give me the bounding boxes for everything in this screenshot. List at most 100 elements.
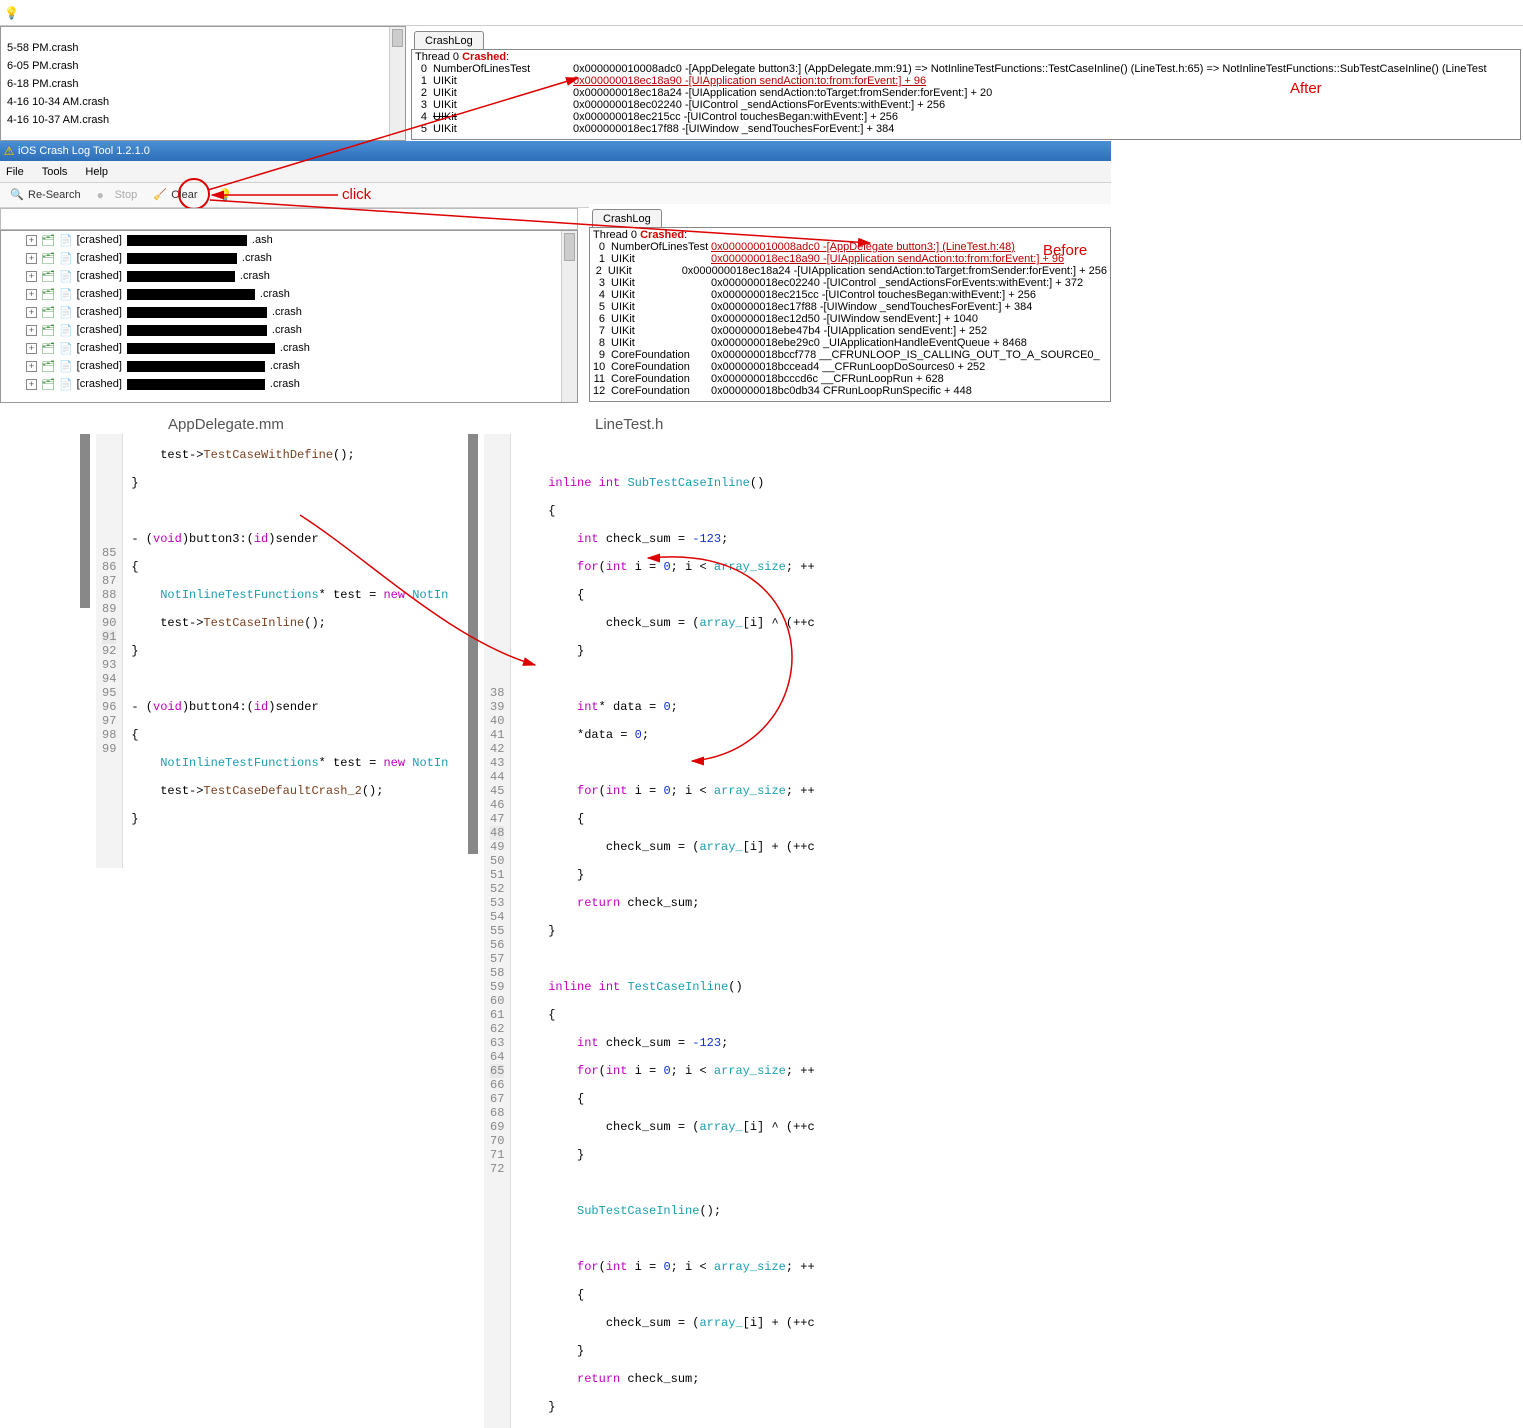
redacted-text [127,325,267,336]
scrollbar-thumb[interactable] [392,29,403,47]
symbolicate-button[interactable] [214,186,236,204]
log-row: 4UIKit0x000000018ec215cc -[UIControl tou… [593,289,1107,301]
expand-icon[interactable] [26,253,37,264]
log-row: 11CoreFoundation0x000000018bcccd6c __CFR… [593,373,1107,385]
expand-icon[interactable] [26,379,37,390]
log-row: 2UIKit0x000000018ec18a24 -[UIApplication… [415,87,1517,99]
log-row: 0NumberOfLinesTest0x000000010008adc0 -[A… [593,241,1107,253]
clear-button[interactable]: Clear [149,186,201,204]
log-row: 2UIKit0x000000018ec18a24 -[UIApplication… [593,265,1107,277]
file-icon [59,234,73,247]
file-icon [59,270,73,283]
tree-row[interactable]: [crashed].crash [1,357,577,375]
log-row: 8UIKit0x000000018ebe29c0 _UIApplicationH… [593,337,1107,349]
list-item[interactable]: 6-05 PM.crash [1,57,405,75]
redacted-text [127,289,255,300]
tab-crashlog[interactable]: CrashLog [592,209,662,227]
expand-icon[interactable] [26,289,37,300]
folder-icon [41,360,55,373]
list-scroll: 5-58 PM.crash 6-05 PM.crash 6-18 PM.cras… [1,27,405,129]
list-item[interactable]: 4-16 10-34 AM.crash [1,93,405,111]
code-panel-right[interactable]: 3839404142434445464748495051525354555657… [484,434,884,1428]
tab-crashlog[interactable]: CrashLog [414,31,484,49]
log-row: 3UIKit0x000000018ec02240 -[UIControl _se… [593,277,1107,289]
tree-row[interactable]: [crashed].crash [1,303,577,321]
list-item[interactable]: 5-58 PM.crash [1,39,405,57]
scrollbar[interactable] [561,231,577,402]
log-row: 5UIKit0x000000018ec17f88 -[UIWindow _sen… [415,123,1517,135]
tree-row[interactable]: [crashed].crash [1,285,577,303]
menu-help[interactable]: Help [85,166,108,178]
folder-icon [41,342,55,355]
menu-tools[interactable]: Tools [42,166,68,178]
folder-icon [41,252,55,265]
folder-icon [41,324,55,337]
menu-file[interactable]: File [6,166,24,178]
file-icon [59,252,73,265]
folder-icon [41,288,55,301]
lightbulb-icon[interactable] [4,6,18,20]
tab-strip: CrashLog [411,26,1521,50]
code-body: test->TestCaseWithDefine(); } - (void)bu… [123,434,448,868]
folder-icon [41,378,55,391]
redacted-text [127,307,267,318]
expand-icon[interactable] [26,325,37,336]
tab-strip: CrashLog [589,204,1111,228]
list-item[interactable]: 4-16 10-37 AM.crash [1,111,405,129]
scrollbar-thumb[interactable] [564,233,575,261]
file-icon [59,342,73,355]
tree-row[interactable]: [crashed].crash [1,249,577,267]
window-titlebar[interactable]: iOS Crash Log Tool 1.2.1.0 [0,141,1111,161]
redacted-text [127,379,265,390]
search-icon [10,188,24,202]
search-input[interactable] [0,208,578,230]
redacted-text [127,361,265,372]
stop-button[interactable]: Stop [93,186,142,204]
code-gutter: 858687888990919293949596979899 [96,434,123,868]
research-button[interactable]: Re-Search [6,186,85,204]
scrollbar[interactable] [389,27,405,140]
log-row: 3UIKit0x000000018ec02240 -[UIControl _se… [415,99,1517,111]
crashed-word: Crashed [640,229,684,241]
expand-icon[interactable] [26,307,37,318]
crash-tree[interactable]: [crashed].ash [crashed].crash [crashed].… [0,230,578,403]
folder-icon [41,270,55,283]
tree-row[interactable]: [crashed].ash [1,231,577,249]
thread-label: Thread 0 [415,51,462,63]
redacted-text [127,343,275,354]
file-icon [59,288,73,301]
tree-row[interactable]: [crashed].crash [1,321,577,339]
stop-icon [97,188,111,202]
log-row: 4UIKit0x000000018ec215cc -[UIControl tou… [415,111,1517,123]
log-row: 12CoreFoundation0x000000018bc0db34 CFRun… [593,385,1107,397]
expand-icon[interactable] [26,343,37,354]
redacted-text [127,235,247,246]
expand-icon[interactable] [26,271,37,282]
expand-icon[interactable] [26,361,37,372]
warning-icon [0,144,18,158]
window-title: iOS Crash Log Tool 1.2.1.0 [18,145,150,157]
redacted-text [127,253,237,264]
crashlog-body[interactable]: Thread 0 Crashed: 0NumberOfLinesTest0x00… [589,228,1111,402]
log-row: 10CoreFoundation0x000000018bccead4 __CFR… [593,361,1107,373]
folder-icon [41,234,55,247]
redacted-text [127,271,235,282]
tree-row[interactable]: [crashed].crash [1,339,577,357]
code-file-title-right: LineTest.h [595,416,663,433]
tree-row[interactable]: [crashed].crash [1,267,577,285]
expand-icon[interactable] [26,235,37,246]
list-item[interactable]: 6-18 PM.crash [1,75,405,93]
crash-file-list-top[interactable]: 5-58 PM.crash 6-05 PM.crash 6-18 PM.cras… [0,26,406,141]
log-row: 6UIKit0x000000018ec12d50 -[UIWindow send… [593,313,1107,325]
crashlog-pane-before: CrashLog Thread 0 Crashed: 0NumberOfLine… [589,204,1111,403]
file-icon [59,378,73,391]
crashlog-pane-after: CrashLog Thread 0 Crashed: 0NumberOfLine… [411,26,1521,141]
code-panel-left[interactable]: 858687888990919293949596979899 test->Tes… [96,434,476,868]
thread-label: Thread 0 [593,229,640,241]
crashed-word: Crashed [462,51,506,63]
tree-row[interactable]: [crashed].crash [1,375,577,393]
code-indicator-bar [468,434,478,854]
code-gutter: 3839404142434445464748495051525354555657… [484,434,511,1428]
file-icon [59,306,73,319]
crashlog-body[interactable]: Thread 0 Crashed: 0NumberOfLinesTest0x00… [411,50,1521,140]
